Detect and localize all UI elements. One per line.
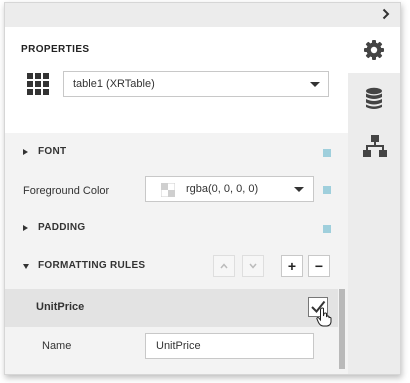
component-selector[interactable]: table1 (XRTable) (63, 71, 329, 97)
expand-arrow-icon[interactable] (23, 149, 28, 155)
tab-report-explorer[interactable] (348, 123, 400, 169)
foreground-color-value: rgba(0, 0, 0, 0) (186, 183, 259, 195)
hand-cursor-icon (316, 307, 332, 327)
rule-name-property-label: Name (42, 340, 72, 352)
remove-rule-button[interactable]: − (308, 255, 330, 277)
rule-name-property-row: Name (5, 327, 338, 367)
database-icon (366, 87, 382, 109)
transparent-swatch-icon (160, 182, 176, 198)
add-rule-button[interactable]: + (281, 255, 303, 277)
formatting-rules-section-label: FORMATTING RULES (38, 260, 146, 271)
collapse-arrow-icon[interactable] (23, 264, 29, 269)
properties-header: PROPERTIES table1 (XRTable) (5, 27, 348, 147)
property-marker (323, 149, 331, 157)
table-grid-icon (27, 73, 49, 95)
expand-arrow-icon[interactable] (23, 225, 28, 231)
move-rule-down-button[interactable] (242, 255, 264, 277)
property-grid-scrollbar[interactable] (339, 289, 345, 369)
tab-field-list[interactable] (348, 75, 400, 121)
plus-icon: + (287, 258, 297, 274)
tab-properties[interactable] (348, 27, 400, 73)
panel-top-bar (5, 3, 400, 27)
panel-title: PROPERTIES (21, 44, 90, 55)
dropdown-arrow-icon (294, 187, 304, 192)
component-selector-value: table1 (XRTable) (73, 78, 155, 90)
rule-name-label: UnitPrice (36, 301, 85, 313)
chevron-down-icon (249, 263, 257, 269)
rule-name-input[interactable] (145, 333, 314, 359)
dropdown-arrow-icon (310, 82, 320, 87)
hierarchy-icon (363, 135, 387, 157)
gear-icon (364, 40, 384, 60)
property-marker (323, 225, 331, 233)
side-tab-bar (348, 27, 400, 374)
foreground-color-editor[interactable]: rgba(0, 0, 0, 0) (145, 176, 314, 202)
property-grid: FONT Foreground Color rgba(0, 0, 0, 0) P… (5, 133, 348, 374)
chevron-right-icon[interactable] (380, 8, 392, 20)
padding-section-label: PADDING (38, 222, 86, 233)
property-marker (323, 186, 331, 194)
font-section-header[interactable]: FONT (5, 137, 348, 167)
chevron-up-icon (220, 263, 228, 269)
move-rule-up-button[interactable] (213, 255, 235, 277)
properties-panel: PROPERTIES table1 (XRTable) FONT Foregro… (4, 2, 401, 375)
foreground-color-label: Foreground Color (23, 185, 110, 197)
minus-icon: − (314, 258, 324, 274)
formatting-rule-row[interactable]: UnitPrice (5, 289, 338, 327)
font-section-label: FONT (38, 146, 67, 157)
padding-section-header[interactable]: PADDING (5, 213, 348, 243)
